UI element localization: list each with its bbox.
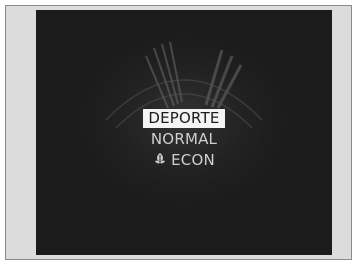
drive-mode-label: DEPORTE bbox=[143, 109, 225, 128]
instrument-display: DEPORTE NORMAL ECON bbox=[36, 10, 332, 255]
drive-mode-option-normal[interactable]: NORMAL bbox=[36, 129, 332, 150]
drive-mode-label: ECON bbox=[171, 151, 215, 169]
leaf-icon bbox=[155, 153, 166, 165]
drive-mode-option-deporte[interactable]: DEPORTE bbox=[36, 108, 332, 129]
figure-frame: DEPORTE NORMAL ECON bbox=[5, 5, 352, 260]
drive-mode-menu: DEPORTE NORMAL ECON bbox=[36, 108, 332, 171]
drive-mode-option-econ[interactable]: ECON bbox=[36, 150, 332, 171]
drive-mode-label: NORMAL bbox=[150, 130, 218, 148]
